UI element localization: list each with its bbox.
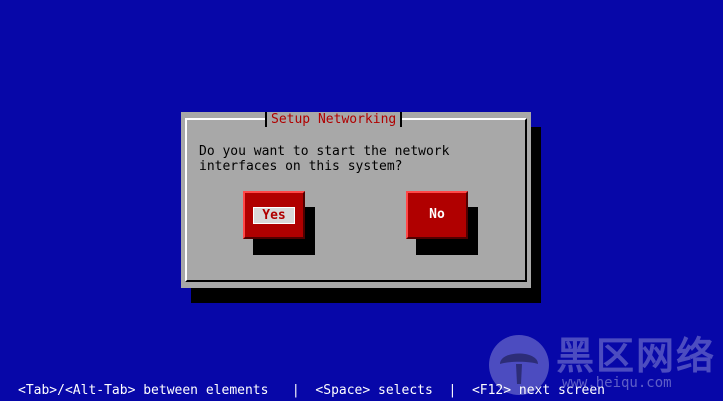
- mushroom-logo-icon: [489, 335, 549, 395]
- watermark: 黑区网络 www.heiqu.com: [488, 334, 723, 396]
- message-line-1: Do you want to start the network: [199, 144, 450, 159]
- yes-button-label: Yes: [253, 207, 295, 224]
- no-button-label: No: [429, 207, 445, 222]
- setup-networking-dialog: Setup Networking Do you want to start th…: [181, 112, 531, 288]
- watermark-brand: 黑区网络: [556, 334, 717, 378]
- message-line-2: interfaces on this system?: [199, 159, 403, 174]
- dialog-message: Do you want to start the network interfa…: [199, 144, 449, 174]
- watermark-url: www.heiqu.com: [562, 375, 672, 391]
- no-button[interactable]: No: [406, 191, 468, 239]
- yes-button[interactable]: Yes: [243, 191, 305, 239]
- dialog-border: [185, 118, 527, 282]
- dialog-title: Setup Networking: [265, 112, 403, 127]
